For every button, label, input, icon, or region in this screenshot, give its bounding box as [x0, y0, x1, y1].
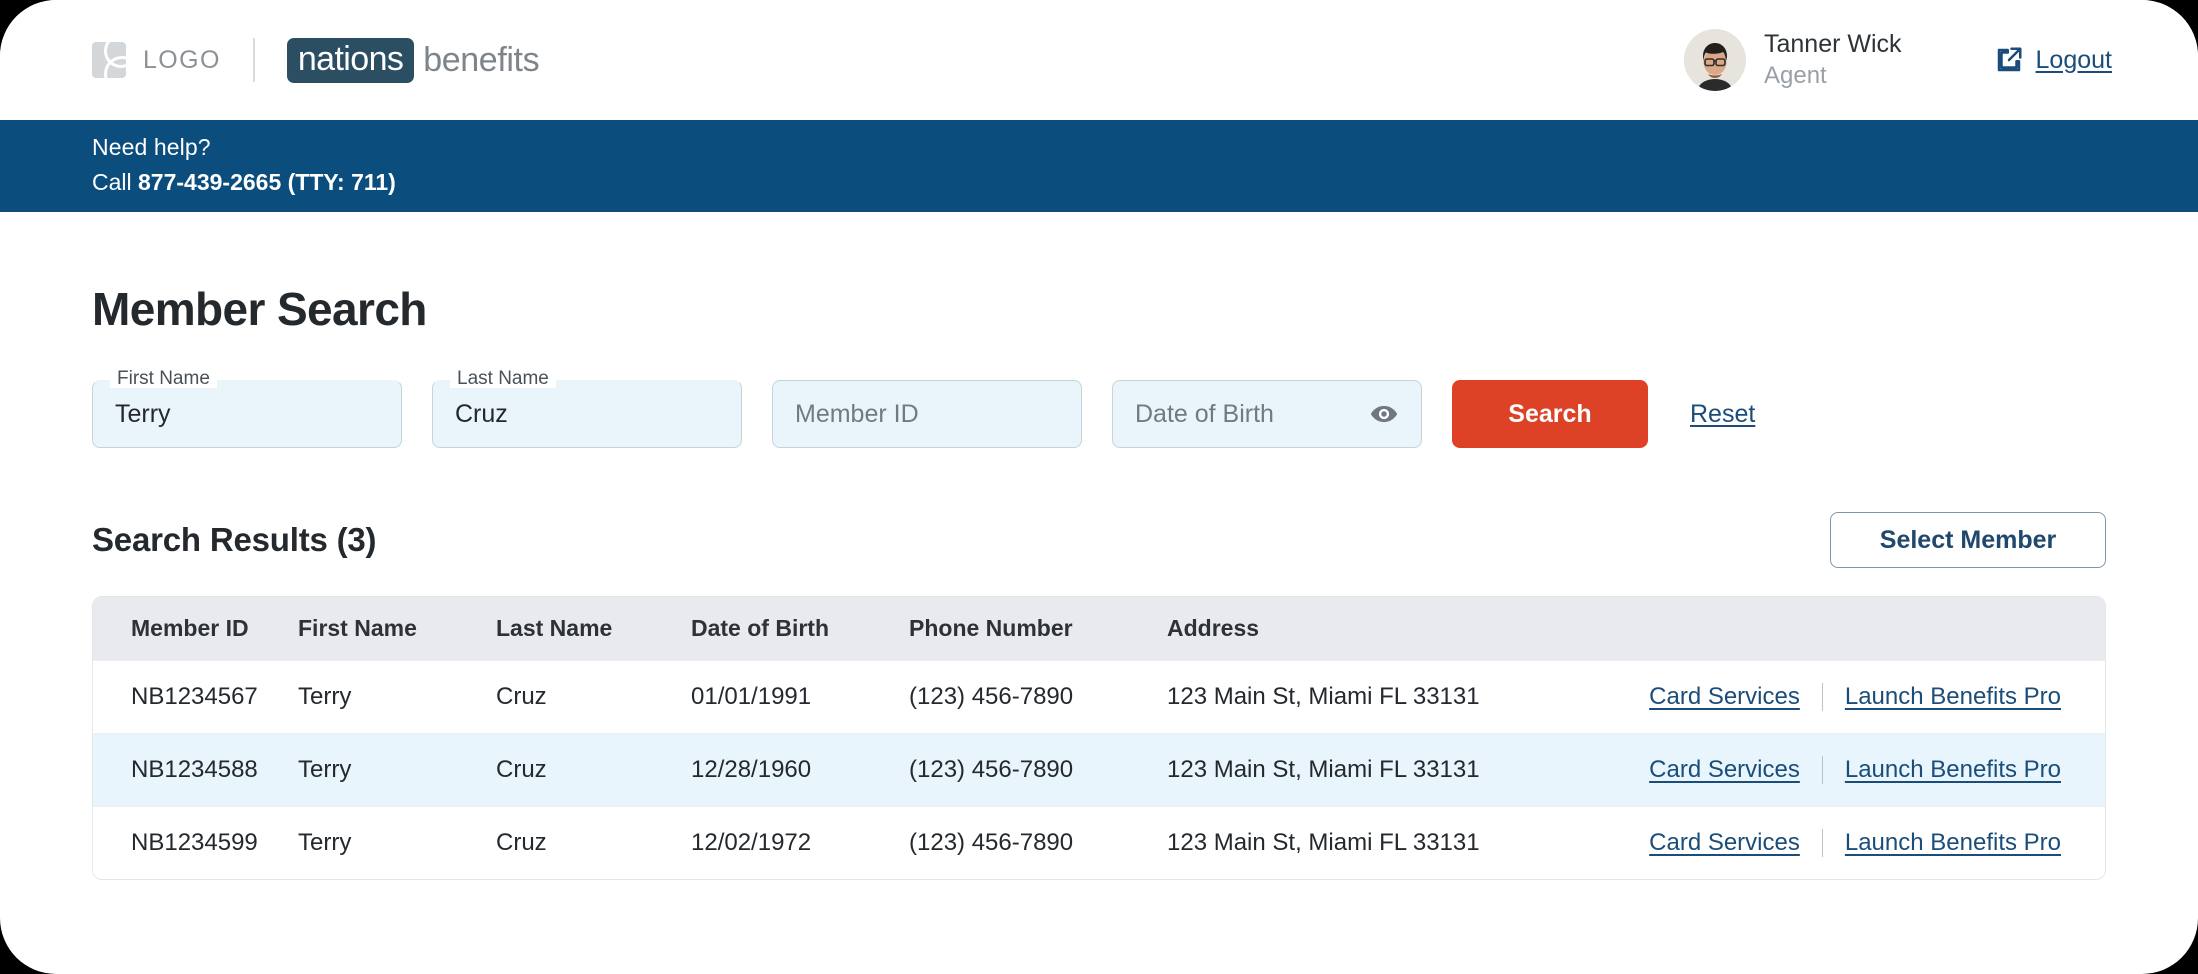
cell-date-of-birth: 01/01/1991: [691, 660, 909, 734]
cell-phone-number: (123) 456-7890: [909, 733, 1167, 807]
card-services-link[interactable]: Card Services: [1649, 683, 1800, 711]
first-name-label: First Name: [110, 369, 217, 388]
logout-label: Logout: [2035, 45, 2112, 74]
search-button[interactable]: Search: [1452, 380, 1648, 448]
cell-first-name: Terry: [298, 733, 496, 807]
cell-phone-number: (123) 456-7890: [909, 806, 1167, 879]
first-name-value: Terry: [115, 399, 171, 428]
top-header-bar: LOGO nations benefits Tanner Wick Agent …: [0, 0, 2198, 120]
last-name-label: Last Name: [450, 369, 556, 388]
help-call-prefix: Call: [92, 169, 139, 195]
table-body: NB1234567 Terry Cruz 01/01/1991 (123) 45…: [93, 660, 2105, 879]
column-header-address: Address: [1167, 615, 1260, 641]
date-of-birth-placeholder: Date of Birth: [1135, 399, 1274, 428]
brand-primary-text: nations: [286, 37, 415, 83]
user-role: Agent: [1763, 61, 1827, 89]
cell-member-id: NB1234567: [93, 660, 298, 734]
launch-benefits-pro-link[interactable]: Launch Benefits Pro: [1845, 683, 2061, 711]
brand-group: LOGO nations benefits: [92, 37, 540, 83]
card-services-link[interactable]: Card Services: [1649, 829, 1800, 857]
action-divider: [1821, 756, 1823, 784]
table-row[interactable]: NB1234567 Terry Cruz 01/01/1991 (123) 45…: [93, 660, 2105, 734]
avatar: [1683, 29, 1746, 91]
brand-divider: [252, 38, 255, 82]
cell-date-of-birth: 12/28/1960: [691, 733, 909, 807]
cell-first-name: Terry: [298, 660, 496, 734]
user-profile[interactable]: Tanner Wick Agent: [1683, 29, 1902, 91]
reset-link[interactable]: Reset: [1690, 400, 1755, 429]
member-id-placeholder: Member ID: [795, 399, 919, 428]
cell-last-name: Cruz: [496, 733, 691, 807]
cell-member-id: NB1234599: [93, 806, 298, 879]
cell-address: 123 Main St, Miami FL 33131: [1167, 660, 1597, 734]
cell-member-id: NB1234588: [93, 733, 298, 807]
logout-button[interactable]: Logout: [1994, 45, 2112, 75]
column-header-actions: [1597, 597, 2105, 661]
help-banner: Need help? Call 877-439-2665 (TTY: 711): [0, 120, 2198, 212]
main-content: Member Search First Name Terry Last Name…: [0, 282, 2198, 880]
results-header: Search Results (3) Select Member: [92, 512, 2106, 568]
column-header-phone-number: Phone Number: [909, 615, 1073, 641]
cell-actions: Card Services Launch Benefits Pro: [1597, 733, 2105, 807]
cell-first-name: Terry: [298, 806, 496, 879]
column-header-date-of-birth: Date of Birth: [691, 615, 829, 641]
results-title: Search Results (3): [92, 521, 377, 558]
column-header-first-name: First Name: [298, 615, 417, 641]
results-table: Member ID First Name Last Name Date of B…: [93, 597, 2105, 879]
action-divider: [1821, 829, 1823, 857]
cell-phone-number: (123) 456-7890: [909, 660, 1167, 734]
action-divider: [1821, 683, 1823, 711]
user-text-group: Tanner Wick Agent: [1764, 29, 1902, 90]
help-banner-phone: Call 877-439-2665 (TTY: 711): [92, 169, 2198, 196]
cell-actions: Card Services Launch Benefits Pro: [1597, 660, 2105, 734]
row-actions: Card Services Launch Benefits Pro: [1597, 683, 2061, 711]
member-search-form: First Name Terry Last Name Cruz Member I…: [92, 369, 2106, 448]
nations-benefits-logo: nations benefits: [286, 37, 540, 83]
last-name-field[interactable]: Last Name Cruz: [432, 369, 742, 448]
cell-address: 123 Main St, Miami FL 33131: [1167, 806, 1597, 879]
member-id-field[interactable]: Member ID: [772, 380, 1082, 448]
external-link-icon: [1994, 45, 2024, 75]
column-header-last-name: Last Name: [496, 615, 613, 641]
launch-benefits-pro-link[interactable]: Launch Benefits Pro: [1845, 756, 2061, 784]
date-of-birth-field[interactable]: Date of Birth: [1112, 380, 1422, 448]
cell-actions: Card Services Launch Benefits Pro: [1597, 806, 2105, 879]
cell-last-name: Cruz: [496, 660, 691, 734]
first-name-field[interactable]: First Name Terry: [92, 369, 402, 448]
placeholder-logo-icon: [92, 42, 126, 78]
page-title: Member Search: [92, 283, 427, 335]
launch-benefits-pro-link[interactable]: Launch Benefits Pro: [1845, 829, 2061, 857]
table-row[interactable]: NB1234599 Terry Cruz 12/02/1972 (123) 45…: [93, 806, 2105, 879]
app-window: LOGO nations benefits Tanner Wick Agent …: [0, 0, 2198, 974]
logo-text: LOGO: [143, 45, 221, 74]
table-header-row: Member ID First Name Last Name Date of B…: [93, 597, 2105, 661]
header-right-group: Tanner Wick Agent Logout: [1683, 29, 2112, 91]
column-header-member-id: Member ID: [131, 615, 249, 641]
cell-date-of-birth: 12/02/1972: [691, 806, 909, 879]
last-name-value: Cruz: [455, 399, 508, 428]
card-services-link[interactable]: Card Services: [1649, 756, 1800, 784]
help-banner-title: Need help?: [92, 134, 211, 160]
cell-address: 123 Main St, Miami FL 33131: [1167, 733, 1597, 807]
eye-icon[interactable]: [1369, 399, 1399, 429]
select-member-button[interactable]: Select Member: [1830, 512, 2106, 568]
brand-secondary-text: benefits: [423, 41, 540, 79]
row-actions: Card Services Launch Benefits Pro: [1597, 829, 2061, 857]
row-actions: Card Services Launch Benefits Pro: [1597, 756, 2061, 784]
user-name: Tanner Wick: [1763, 30, 1902, 59]
help-phone-number: 877-439-2665 (TTY: 711): [138, 169, 396, 195]
cell-last-name: Cruz: [496, 806, 691, 879]
results-table-container: Member ID First Name Last Name Date of B…: [92, 596, 2106, 880]
table-head: Member ID First Name Last Name Date of B…: [93, 597, 2105, 661]
table-row[interactable]: NB1234588 Terry Cruz 12/28/1960 (123) 45…: [93, 733, 2105, 807]
